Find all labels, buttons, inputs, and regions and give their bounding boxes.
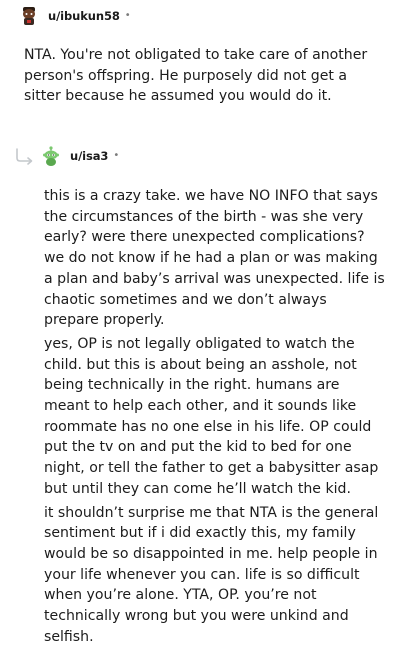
comment-body: NTA. You're not obligated to take care o… <box>24 45 386 107</box>
separator-dot: • <box>124 10 131 21</box>
comment-paragraph: it shouldn’t surprise me that NTA is the… <box>44 504 379 645</box>
comment-header: u/ibukun58 • <box>18 5 131 27</box>
user-avatar[interactable] <box>18 5 40 27</box>
user-avatar[interactable] <box>40 145 62 167</box>
comment-paragraph: this is a crazy take. we have NO INFO th… <box>44 188 385 329</box>
comment-body: this is a crazy take. we have NO INFO th… <box>44 186 386 647</box>
username-link[interactable]: u/ibukun58 <box>48 9 120 23</box>
snoo-avatar-icon <box>40 145 62 167</box>
comment-header: u/isa3 • <box>14 145 119 167</box>
separator-dot: • <box>113 150 120 161</box>
username-link[interactable]: u/isa3 <box>70 149 108 163</box>
comment-paragraph: NTA. You're not obligated to take care o… <box>24 47 368 105</box>
reply-arrow-icon <box>16 148 33 165</box>
snoo-avatar-icon <box>18 5 40 27</box>
comment-paragraph: yes, OP is not legally obligated to watc… <box>44 335 379 497</box>
